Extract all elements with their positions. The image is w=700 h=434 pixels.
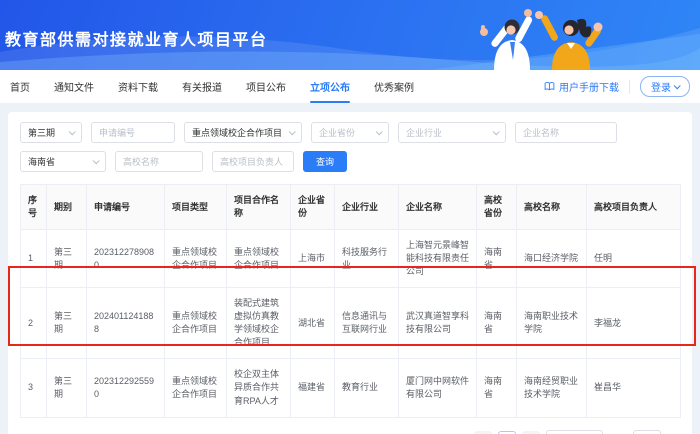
prev-page-button[interactable] — [474, 431, 492, 434]
main-nav: 首页 通知文件 资料下载 有关报道 项目公布 立项公布 优秀案例 用户手册下载 … — [0, 70, 700, 104]
cell: 教育行业 — [335, 359, 399, 417]
cell: 第三期 — [47, 230, 87, 288]
cell: 上海智元景峰智能科技有限责任公司 — [399, 230, 477, 288]
user-manual-label: 用户手册下载 — [559, 79, 619, 94]
cell: 2023122789080 — [87, 230, 165, 288]
nav-item-reports[interactable]: 有关报道 — [182, 70, 222, 103]
cell: 信息通讯与互联网行业 — [335, 288, 399, 359]
search-button[interactable]: 查询 — [303, 151, 347, 172]
cell: 装配式建筑虚拟仿真教学领域校企合作项目 — [227, 288, 291, 359]
cell: 科技服务行业 — [335, 230, 399, 288]
col-header: 高校名称 — [517, 185, 587, 230]
col-header: 期别 — [47, 185, 87, 230]
cell: 厦门网中网软件有限公司 — [399, 359, 477, 417]
company-province-placeholder: 企业省份 — [319, 126, 355, 139]
filter-row-2: 海南省 查询 — [20, 151, 680, 172]
nav-item-cases[interactable]: 优秀案例 — [374, 70, 414, 103]
cell: 湖北省 — [291, 288, 335, 359]
cell: 海南省 — [477, 230, 517, 288]
company-industry-select[interactable]: 企业行业 — [398, 122, 506, 143]
cell: 2 — [21, 288, 47, 359]
cell: 海南职业技术学院 — [517, 288, 587, 359]
college-province-select[interactable]: 海南省 — [20, 151, 106, 172]
chevron-down-icon — [493, 128, 500, 135]
col-header: 序号 — [21, 185, 47, 230]
college-name-input[interactable] — [115, 151, 203, 172]
cell: 重点领域校企合作项目 — [227, 230, 291, 288]
banner: 教育部供需对接就业育人项目平台 — [0, 0, 700, 70]
cell: 2023122925590 — [87, 359, 165, 417]
book-icon — [544, 81, 555, 92]
highfive-illustration — [432, 0, 662, 70]
filter-row-1: 第三期 重点领域校企合作项目 企业省份 企业行业 — [20, 122, 680, 143]
cell: 武汉真道智享科技有限公司 — [399, 288, 477, 359]
results-card: 第三期 重点领域校企合作项目 企业省份 企业行业 海南省 查询 — [8, 112, 692, 434]
table-row-highlighted: 2 第三期 2024011241888 重点领域校企合作项目 装配式建筑虚拟仿真… — [21, 288, 681, 359]
cell: 校企双主体异质合作共育RPA人才 — [227, 359, 291, 417]
nav-item-downloads[interactable]: 资料下载 — [118, 70, 158, 103]
cell: 重点领域校企合作项目 — [165, 359, 227, 417]
cell: 上海市 — [291, 230, 335, 288]
cell: 第三期 — [47, 288, 87, 359]
chevron-down-icon — [93, 157, 100, 164]
project-type-select-value: 重点领域校企合作项目 — [192, 126, 282, 139]
col-header: 高校项目负责人 — [587, 185, 681, 230]
cell: 海口经济学院 — [517, 230, 587, 288]
nav-item-approval-publish[interactable]: 立项公布 — [310, 70, 350, 103]
pagination: 共 3 条 1 10 条/页 跳至 页 — [20, 430, 680, 434]
cell: 福建省 — [291, 359, 335, 417]
login-label: 登录 — [651, 79, 671, 94]
page-title: 教育部供需对接就业育人项目平台 — [5, 26, 268, 50]
col-header: 项目合作名称 — [227, 185, 291, 230]
col-header: 申请编号 — [87, 185, 165, 230]
nav-menu: 首页 通知文件 资料下载 有关报道 项目公布 立项公布 优秀案例 — [10, 70, 414, 103]
cell: 第三期 — [47, 359, 87, 417]
col-header: 企业行业 — [335, 185, 399, 230]
cell: 2024011241888 — [87, 288, 165, 359]
period-select[interactable]: 第三期 — [20, 122, 82, 143]
cell: 任明 — [587, 230, 681, 288]
nav-item-home[interactable]: 首页 — [10, 70, 30, 103]
company-industry-placeholder: 企业行业 — [406, 126, 442, 139]
col-header: 企业省份 — [291, 185, 335, 230]
col-header: 项目类型 — [165, 185, 227, 230]
cell: 李福龙 — [587, 288, 681, 359]
cell: 海南省 — [477, 288, 517, 359]
chevron-down-icon — [674, 82, 681, 89]
chevron-down-icon — [69, 128, 76, 135]
content-area: 第三期 重点领域校企合作项目 企业省份 企业行业 海南省 查询 — [0, 104, 700, 434]
table-row: 1 第三期 2023122789080 重点领域校企合作项目 重点领域校企合作项… — [21, 230, 681, 288]
apply-no-input[interactable] — [91, 122, 175, 143]
project-type-select[interactable]: 重点领域校企合作项目 — [184, 122, 302, 143]
college-province-value: 海南省 — [28, 155, 55, 168]
period-select-value: 第三期 — [28, 126, 55, 139]
chevron-down-icon — [289, 128, 296, 135]
cell: 重点领域校企合作项目 — [165, 288, 227, 359]
projects-table: 序号 期别 申请编号 项目类型 项目合作名称 企业省份 企业行业 企业名称 高校… — [20, 184, 681, 418]
nav-right: 用户手册下载 登录 — [544, 70, 690, 103]
table-row: 3 第三期 2023122925590 重点领域校企合作项目 校企双主体异质合作… — [21, 359, 681, 417]
cell: 崔昌华 — [587, 359, 681, 417]
table-header-row: 序号 期别 申请编号 项目类型 项目合作名称 企业省份 企业行业 企业名称 高校… — [21, 185, 681, 230]
nav-item-notices[interactable]: 通知文件 — [54, 70, 94, 103]
cell: 1 — [21, 230, 47, 288]
cell: 海南经贸职业技术学院 — [517, 359, 587, 417]
cell: 3 — [21, 359, 47, 417]
cell: 海南省 — [477, 359, 517, 417]
col-header: 高校省份 — [477, 185, 517, 230]
college-leader-input[interactable] — [212, 151, 294, 172]
nav-item-project-publish[interactable]: 项目公布 — [246, 70, 286, 103]
user-manual-link[interactable]: 用户手册下载 — [544, 79, 619, 94]
divider — [629, 80, 630, 94]
page-number-button[interactable]: 1 — [498, 431, 516, 434]
chevron-down-icon — [376, 128, 383, 135]
jump-page-input[interactable] — [633, 430, 661, 434]
page-size-select[interactable]: 10 条/页 — [546, 430, 603, 434]
next-page-button[interactable] — [522, 431, 540, 434]
col-header: 企业名称 — [399, 185, 477, 230]
company-name-input[interactable] — [515, 122, 617, 143]
cell: 重点领域校企合作项目 — [165, 230, 227, 288]
company-province-select[interactable]: 企业省份 — [311, 122, 389, 143]
login-button[interactable]: 登录 — [640, 76, 690, 97]
